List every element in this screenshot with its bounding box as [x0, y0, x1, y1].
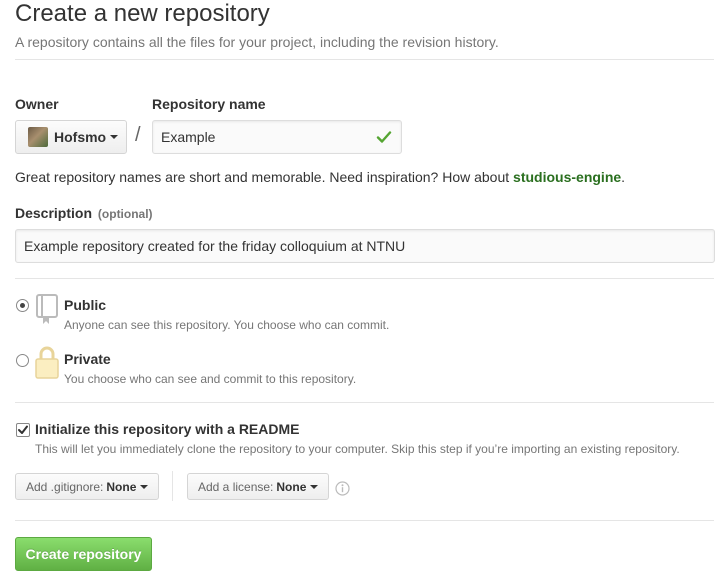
public-radio[interactable] [16, 299, 29, 312]
owner-label: Owner [15, 96, 59, 112]
public-label: Public [64, 297, 107, 313]
name-suggestion-link[interactable]: studious-engine [513, 169, 621, 185]
owner-dropdown[interactable]: Hofsmo [15, 120, 127, 154]
divider [15, 59, 714, 60]
repo-name-value: Example [161, 129, 216, 145]
page-subtitle: A repository contains all the files for … [15, 34, 499, 50]
info-icon[interactable] [335, 481, 350, 496]
description-optional: (optional) [97, 207, 153, 221]
private-label: Private [64, 351, 111, 367]
readme-description: This will let you immediately clone the … [35, 442, 680, 456]
name-hint-text: Great repository names are short and mem… [15, 169, 514, 185]
description-input[interactable]: Example repository created for the frida… [15, 229, 715, 263]
name-hint-end: . [621, 169, 626, 185]
repo-book-icon [36, 294, 58, 324]
chevron-down-icon [310, 484, 319, 489]
readme-checkbox[interactable] [16, 423, 30, 437]
avatar [28, 127, 48, 147]
owner-name: Hofsmo [54, 129, 107, 145]
gitignore-prefix: Add .gitignore: [26, 479, 104, 494]
chevron-down-icon [110, 135, 119, 139]
check-icon [18, 425, 28, 434]
divider [15, 520, 714, 521]
gitignore-dropdown[interactable]: Add .gitignore: None [15, 473, 160, 500]
readme-label: Initialize this repository with a README [35, 421, 300, 437]
repo-name-input[interactable]: Example [152, 120, 402, 154]
description-value: Example repository created for the frida… [24, 238, 406, 254]
owner-repo-separator: / [135, 124, 141, 146]
gitignore-value: None [106, 479, 137, 494]
repo-name-label: Repository name [152, 96, 266, 112]
divider [15, 278, 714, 279]
private-description: You choose who can see and commit to thi… [64, 372, 357, 386]
public-description: Anyone can see this repository. You choo… [64, 318, 390, 332]
license-prefix: Add a license: [198, 479, 274, 494]
description-label: Description (optional) [15, 205, 153, 221]
divider [15, 402, 714, 403]
chevron-down-icon [140, 484, 149, 489]
vertical-divider [172, 471, 173, 501]
description-label-text: Description [15, 205, 93, 221]
license-value: None [276, 479, 307, 494]
name-hint: Great repository names are short and mem… [15, 169, 625, 185]
lock-icon [35, 346, 59, 379]
create-repository-button[interactable]: Create repository [15, 537, 152, 571]
checkmark-icon [376, 131, 392, 143]
page-title: Create a new repository [15, 0, 270, 27]
private-radio[interactable] [16, 354, 29, 367]
license-dropdown[interactable]: Add a license: None [187, 473, 330, 500]
